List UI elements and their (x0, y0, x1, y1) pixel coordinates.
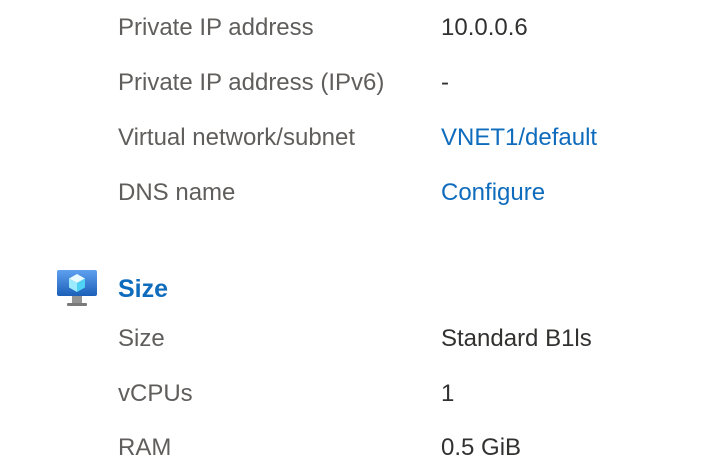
property-value: 0.5 GiB (441, 434, 522, 461)
property-row-private-ipv6: Private IP address (IPv6) - (0, 63, 722, 103)
property-value: 1 (441, 380, 455, 407)
section-title: Size (118, 275, 169, 303)
property-label: RAM (118, 434, 172, 461)
size-section-header: Size (0, 268, 722, 312)
configure-dns-link[interactable]: Configure (441, 173, 545, 213)
property-value: - (441, 69, 449, 96)
property-value: Standard B1ls (441, 325, 592, 352)
property-value: 10.0.0.6 (441, 14, 528, 41)
property-label: Size (118, 325, 165, 352)
property-label: Virtual network/subnet (118, 124, 356, 151)
property-label: Private IP address (118, 14, 314, 41)
property-label: vCPUs (118, 380, 193, 407)
vnet-subnet-link[interactable]: VNET1/default (441, 118, 597, 158)
property-row-ram: RAM 0.5 GiB (0, 428, 722, 468)
property-row-private-ip: Private IP address 10.0.0.6 (0, 8, 722, 48)
property-label: Private IP address (IPv6) (118, 69, 385, 96)
virtual-machine-icon (56, 268, 98, 310)
property-label: DNS name (118, 179, 236, 206)
property-row-size: Size Standard B1ls (0, 319, 722, 359)
property-row-vnet-subnet: Virtual network/subnet VNET1/default (0, 118, 722, 158)
property-row-vcpus: vCPUs 1 (0, 374, 722, 414)
property-row-dns-name: DNS name Configure (0, 173, 722, 213)
